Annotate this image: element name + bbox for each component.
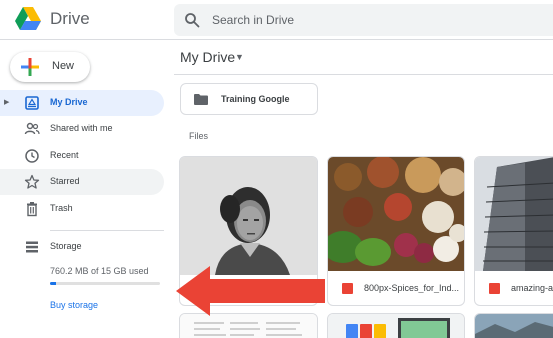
image-file-icon (489, 283, 500, 294)
sidebar-item-storage[interactable]: Storage (0, 234, 164, 260)
sidebar-item-label: Starred (50, 176, 80, 186)
file-name: 800px-Spices_for_Ind... (364, 283, 460, 293)
star-icon (24, 174, 40, 189)
new-button[interactable]: New (10, 52, 90, 82)
expand-caret-icon[interactable]: ▶ (4, 98, 9, 106)
sidebar-divider (50, 230, 164, 231)
storage-label: Storage (50, 241, 82, 251)
file-card[interactable]: 800px-Spices_for_Ind... (327, 156, 465, 306)
sidebar-item-my-drive[interactable]: ▶ My Drive (0, 90, 164, 116)
sidebar-item-label: Recent (50, 150, 79, 160)
people-icon (24, 122, 40, 135)
search-bar[interactable] (174, 4, 553, 36)
sidebar-item-label: Shared with me (50, 123, 113, 133)
new-button-label: New (52, 60, 75, 72)
landscape-thumbnail (475, 314, 553, 338)
file-card[interactable] (474, 313, 553, 338)
file-card[interactable] (179, 313, 318, 338)
file-name: amazing-a (511, 283, 553, 293)
document-thumbnail (180, 314, 317, 338)
top-header: Drive (0, 0, 553, 40)
plus-icon (21, 58, 39, 76)
buy-storage-link[interactable]: Buy storage (50, 300, 98, 310)
red-arrow-annotation (176, 266, 325, 316)
drive-logo-icon[interactable] (14, 6, 42, 32)
building-photo-thumbnail (475, 157, 553, 271)
file-card[interactable]: amazing-a (474, 156, 553, 306)
folder-name: Training Google (221, 94, 290, 104)
folder-item[interactable]: Training Google (180, 83, 318, 115)
file-card[interactable] (327, 313, 465, 338)
portrait-photo-thumbnail (180, 157, 317, 275)
storage-usage-text: 760.2 MB of 15 GB used (50, 266, 149, 276)
sidebar-item-starred[interactable]: Starred (0, 169, 164, 195)
drive-icon (25, 96, 39, 110)
clock-icon (25, 149, 39, 163)
main-divider (174, 74, 553, 75)
image-file-icon (342, 283, 353, 294)
storage-icon (26, 241, 38, 253)
search-input[interactable] (212, 10, 512, 30)
sidebar-item-shared-with-me[interactable]: Shared with me (0, 116, 164, 142)
sidebar-item-recent[interactable]: Recent (0, 143, 164, 169)
app-brand[interactable]: Drive (50, 9, 90, 29)
storage-progress-bar (50, 282, 160, 285)
sidebar-item-label: My Drive (50, 97, 88, 107)
files-section-label: Files (189, 131, 209, 141)
spices-photo-thumbnail (328, 157, 464, 271)
page-title[interactable]: My Drive (180, 49, 235, 65)
trash-icon (27, 202, 37, 217)
search-icon[interactable] (184, 12, 200, 28)
slides-thumbnail (328, 314, 464, 338)
chevron-down-icon[interactable]: ▼ (235, 52, 244, 62)
folder-icon (194, 94, 208, 105)
sidebar-item-trash[interactable]: Trash (0, 196, 164, 222)
sidebar-item-label: Trash (50, 203, 73, 213)
storage-progress-fill (50, 282, 56, 285)
